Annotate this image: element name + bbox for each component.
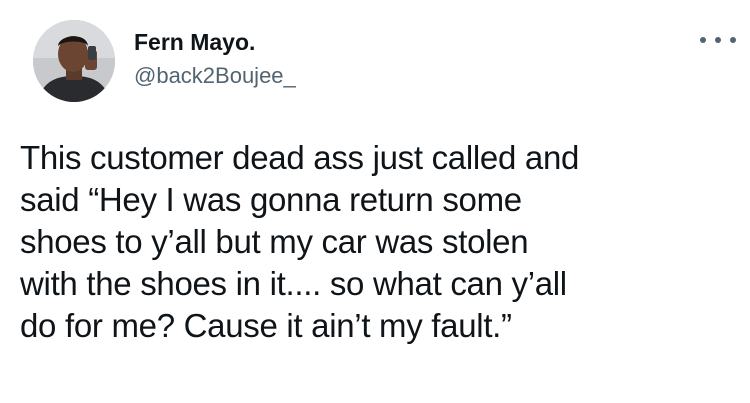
tweet-text: This customer dead ass just called and s… — [20, 139, 580, 344]
avatar[interactable] — [33, 20, 115, 102]
avatar-image — [33, 20, 115, 102]
more-dot-icon — [715, 37, 721, 43]
more-dot-icon — [700, 37, 706, 43]
more-dot-icon — [730, 37, 736, 43]
display-name[interactable]: Fern Mayo. — [134, 28, 255, 56]
user-handle[interactable]: @back2Boujee_ — [134, 62, 296, 90]
more-options-icon[interactable] — [700, 30, 736, 50]
tweet-card: Fern Mayo. @back2Boujee_ This customer d… — [0, 0, 750, 403]
